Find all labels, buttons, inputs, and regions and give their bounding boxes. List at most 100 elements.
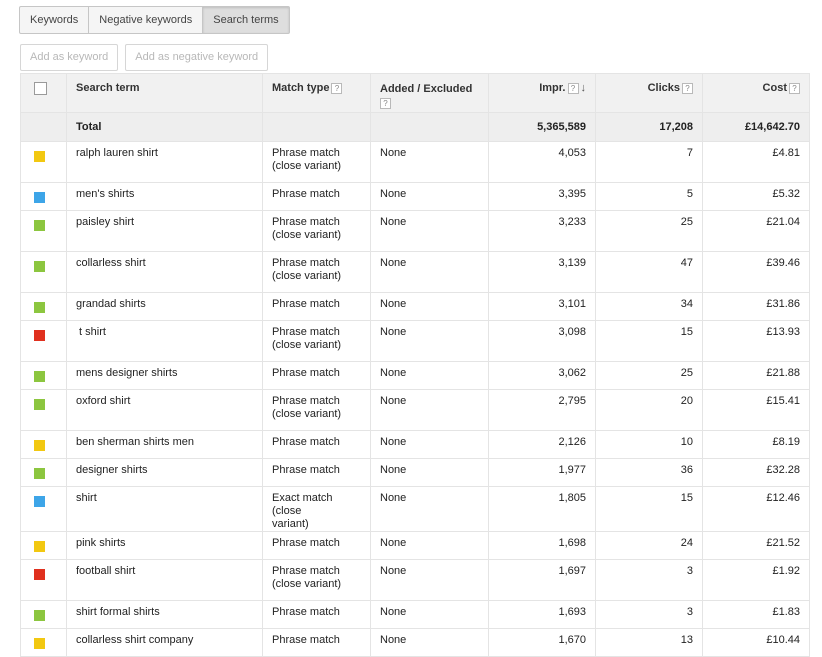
status-color-icon	[34, 569, 45, 580]
search-term: football shirt	[76, 565, 136, 577]
tab-keywords[interactable]: Keywords	[19, 6, 90, 34]
add-as-negative-keyword-button[interactable]: Add as negative keyword	[125, 44, 269, 71]
added-excluded: None	[380, 367, 407, 379]
match-type: Phrase match (close variant)	[264, 143, 370, 174]
added-excluded: None	[380, 257, 407, 269]
clicks: 36	[680, 464, 693, 476]
cost: £12.46	[766, 492, 800, 504]
impressions: 1,670	[558, 634, 586, 646]
column-label: Search term	[76, 82, 140, 94]
cost: £21.52	[766, 537, 800, 549]
status-color-icon	[34, 541, 45, 552]
cost: £1.92	[772, 565, 800, 577]
table-row: designer shirts Phrase match None 1,977 36 £3…	[20, 458, 810, 487]
cost: £13.93	[766, 326, 800, 338]
match-type-line: (close variant)	[272, 339, 342, 351]
table-row: grandad shirts Phrase match None 3,101 34 £31…	[20, 292, 810, 321]
search-term: grandad shirts	[76, 298, 146, 310]
column-header-clicks[interactable]: Clicks?	[595, 73, 703, 113]
match-type: Phrase match	[264, 294, 370, 312]
status-color-icon	[34, 496, 45, 507]
status-color-icon	[34, 371, 45, 382]
tab-negative-keywords[interactable]: Negative keywords	[89, 6, 204, 34]
match-type: Phrase match (close variant)	[264, 391, 370, 422]
impressions: 1,805	[558, 492, 586, 504]
table-row: football shirt Phrase match (close variant…	[20, 559, 810, 601]
search-term: paisley shirt	[76, 216, 135, 228]
clicks: 7	[686, 147, 693, 159]
match-type-line: Exact match (close	[272, 492, 333, 517]
added-excluded: None	[380, 464, 407, 476]
clicks: 15	[680, 492, 693, 504]
cost: £4.81	[772, 147, 800, 159]
column-header-impressions[interactable]: Impr.? ↓	[488, 73, 596, 113]
column-label: Impr.	[539, 82, 566, 94]
match-type-line: (close variant)	[272, 578, 342, 590]
help-icon[interactable]: ?	[789, 82, 800, 94]
table-row: oxford shirt Phrase match (close variant) N…	[20, 389, 810, 431]
search-term: oxford shirt	[76, 395, 131, 407]
help-icon[interactable]: ?	[682, 82, 693, 94]
added-excluded: None	[380, 565, 407, 577]
added-excluded: None	[380, 147, 407, 159]
cost: £39.46	[766, 257, 800, 269]
search-term: shirt formal shirts	[76, 606, 160, 618]
cost: £8.19	[772, 436, 800, 448]
help-icon[interactable]: ?	[380, 97, 391, 109]
added-excluded: None	[380, 436, 407, 448]
match-type-line: Phrase match	[272, 147, 340, 159]
search-term: t shirt	[76, 326, 106, 338]
table-row: t shirt Phrase match (close variant) None 3,…	[20, 320, 810, 362]
column-header-added-excluded[interactable]: Added / Excluded?	[370, 73, 489, 113]
match-type: Phrase match	[264, 602, 370, 620]
match-type-line: Phrase match	[272, 634, 340, 646]
impressions: 1,697	[558, 565, 586, 577]
table-row: paisley shirt Phrase match (close variant)…	[20, 210, 810, 252]
clicks: 34	[680, 298, 693, 310]
match-type: Phrase match	[264, 630, 370, 648]
column-label: Clicks	[647, 82, 680, 94]
match-type: Exact match (close variant)	[264, 488, 370, 531]
total-cost: £14,642.70	[744, 121, 800, 133]
search-term: collarless shirt company	[76, 634, 194, 646]
column-header-search-term[interactable]: Search term	[66, 73, 263, 113]
cost: £21.88	[766, 367, 800, 379]
impressions: 1,693	[558, 606, 586, 618]
help-icon[interactable]: ?	[331, 82, 343, 94]
status-color-icon	[34, 302, 45, 313]
impressions: 2,795	[558, 395, 586, 407]
table-row: shirt Exact match (close variant) None 1,805…	[20, 486, 810, 532]
search-term: mens designer shirts	[76, 367, 178, 379]
impressions: 3,233	[558, 216, 586, 228]
match-type-line: Phrase match	[272, 464, 340, 476]
search-term: shirt	[76, 492, 97, 504]
select-all-checkbox[interactable]	[34, 82, 47, 95]
match-type: Phrase match	[264, 363, 370, 381]
total-row: Total 5,365,589 17,208 £14,642.70	[20, 112, 810, 142]
column-header-cost[interactable]: Cost?	[702, 73, 810, 113]
search-term: ralph lauren shirt	[76, 147, 158, 159]
clicks: 10	[680, 436, 693, 448]
clicks: 25	[680, 216, 693, 228]
table-row: shirt formal shirts Phrase match None 1,693…	[20, 600, 810, 629]
impressions: 3,139	[558, 257, 586, 269]
column-header-match-type[interactable]: Match type?	[262, 73, 371, 113]
search-term: designer shirts	[76, 464, 148, 476]
match-type: Phrase match	[264, 432, 370, 450]
add-as-keyword-button[interactable]: Add as keyword	[20, 44, 119, 71]
help-icon[interactable]: ?	[567, 82, 579, 94]
impressions: 2,126	[558, 436, 586, 448]
cost: £32.28	[766, 464, 800, 476]
match-type-line: Phrase match	[272, 257, 340, 269]
clicks: 24	[680, 537, 693, 549]
added-excluded: None	[380, 298, 407, 310]
added-excluded: None	[380, 326, 407, 338]
status-color-icon	[34, 261, 45, 272]
match-type-line: Phrase match	[272, 326, 340, 338]
match-type-line: Phrase match	[272, 367, 340, 379]
tab-search-terms[interactable]: Search terms	[203, 6, 290, 34]
status-color-icon	[34, 468, 45, 479]
total-impressions: 5,365,589	[537, 121, 586, 133]
table-row: ralph lauren shirt Phrase match (close var…	[20, 141, 810, 183]
view-tabs: Keywords Negative keywords Search terms	[19, 6, 290, 34]
